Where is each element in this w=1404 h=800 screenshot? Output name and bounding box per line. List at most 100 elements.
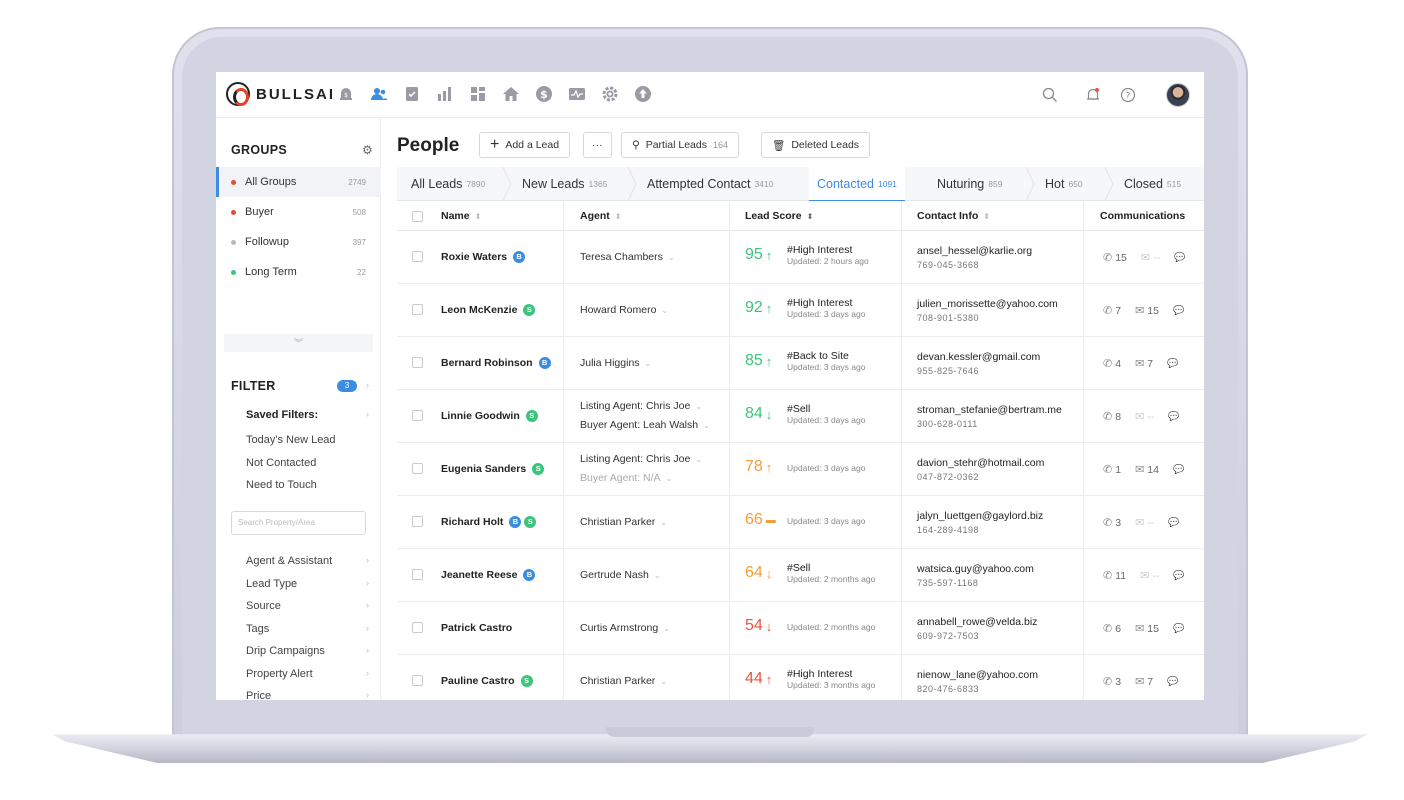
col-communications[interactable]: Communications	[1100, 210, 1185, 222]
agent-select[interactable]: Curtis Armstrong ⌄	[580, 622, 670, 634]
expand-groups-icon[interactable]: ︾	[224, 334, 373, 352]
lead-name[interactable]: Richard Holt B S	[441, 516, 537, 528]
bar-chart-icon[interactable]	[435, 84, 455, 104]
search-icon[interactable]	[1039, 84, 1061, 106]
calls[interactable]: ✆ 1	[1103, 463, 1121, 477]
filter-item[interactable]: Agent & Assistant	[246, 555, 332, 567]
contact-info[interactable]: julien_morissette@yahoo.com 708-901-5380	[917, 298, 1058, 323]
tab-new-leads[interactable]: New Leads 1365	[522, 167, 607, 201]
chat-icon[interactable]: 💬	[1167, 676, 1178, 687]
calls[interactable]: ✆ 3	[1103, 516, 1121, 530]
calls[interactable]: ✆ 6	[1103, 622, 1121, 636]
table-row[interactable]: Richard Holt B S Christian Parker ⌄ 66 ▬ Update…	[397, 496, 1204, 549]
chat-icon[interactable]: 💬	[1167, 358, 1178, 369]
table-row[interactable]: Bernard Robinson B Julia Higgins ⌄ 85 ↑ #Back …	[397, 337, 1204, 390]
row-checkbox[interactable]	[412, 516, 423, 527]
table-row[interactable]: Roxie Waters B Teresa Chambers ⌄ 95 ↑ #High In…	[397, 231, 1204, 284]
row-checkbox[interactable]	[412, 622, 423, 633]
filter-item[interactable]: Tags	[246, 623, 269, 635]
clipboard-icon[interactable]	[402, 84, 422, 104]
group-item[interactable]: Followup 397	[216, 227, 381, 257]
lead-name[interactable]: Roxie Waters B	[441, 251, 526, 263]
group-item[interactable]: Long Term 22	[216, 257, 381, 287]
calls[interactable]: ✆ 7	[1103, 304, 1121, 318]
saved-filter-item[interactable]: Not Contacted	[246, 457, 316, 469]
contact-info[interactable]: watsica.guy@yahoo.com 735-597-1168	[917, 563, 1034, 588]
row-checkbox[interactable]	[412, 463, 423, 474]
logo[interactable]: BULLSAI	[226, 82, 335, 106]
lead-name[interactable]: Leon McKenzie S	[441, 304, 536, 316]
agent-select[interactable]: Gertrude Nash ⌄	[580, 569, 661, 581]
saved-filters-label[interactable]: Saved Filters:	[246, 409, 318, 421]
contact-info[interactable]: devan.kessler@gmail.com 955-825-7646	[917, 351, 1040, 376]
table-row[interactable]: Linnie Goodwin S Listing Agent: Chris Joe ⌄…	[397, 390, 1204, 443]
emails[interactable]: ✉ 7	[1135, 357, 1153, 371]
calls[interactable]: ✆ 3	[1103, 675, 1121, 689]
add-lead-button[interactable]: + Add a Lead	[479, 132, 571, 158]
chat-icon[interactable]: 💬	[1174, 252, 1185, 263]
calls[interactable]: ✆ 11	[1103, 569, 1126, 583]
chat-icon[interactable]: 💬	[1173, 305, 1184, 316]
row-checkbox[interactable]	[412, 251, 423, 262]
chat-icon[interactable]: 💬	[1173, 464, 1184, 475]
emails[interactable]: ✉ 14	[1135, 463, 1159, 477]
row-checkbox[interactable]	[412, 569, 423, 580]
help-icon[interactable]: ?	[1117, 84, 1139, 106]
calls[interactable]: ✆ 8	[1103, 410, 1121, 424]
row-checkbox[interactable]	[412, 675, 423, 686]
filter-item[interactable]: Source	[246, 600, 281, 612]
filter-item[interactable]: Lead Type	[246, 578, 297, 590]
saved-filter-item[interactable]: Today's New Lead	[246, 434, 336, 446]
lead-name[interactable]: Bernard Robinson B	[441, 357, 551, 369]
user-avatar[interactable]	[1166, 83, 1190, 107]
activity-icon[interactable]	[567, 84, 587, 104]
tab-hot[interactable]: Hot 650	[1045, 167, 1083, 201]
agent-select[interactable]: Christian Parker ⌄	[580, 516, 667, 528]
chat-icon[interactable]: 💬	[1173, 570, 1184, 581]
more-options-button[interactable]: ···	[583, 132, 612, 158]
tab-all-leads[interactable]: All Leads 7890	[411, 167, 485, 201]
contact-info[interactable]: annabell_rowe@velda.biz 609-972-7503	[917, 616, 1037, 641]
col-lead-score[interactable]: Lead Score ⬍	[745, 210, 813, 222]
agent-buyer[interactable]: Buyer Agent: N/A ⌄	[580, 472, 672, 484]
tab-closed[interactable]: Closed 515	[1124, 167, 1181, 201]
emails[interactable]: ✉ --	[1135, 516, 1154, 530]
contact-info[interactable]: davion_stehr@hotmail.com 047-872-0362	[917, 457, 1044, 482]
agent-listing[interactable]: Listing Agent: Chris Joe ⌄	[580, 400, 702, 412]
agent-select[interactable]: Howard Romero ⌄	[580, 304, 668, 316]
lead-name[interactable]: Linnie Goodwin S	[441, 410, 538, 422]
calls[interactable]: ✆ 4	[1103, 357, 1121, 371]
emails[interactable]: ✉ --	[1135, 410, 1154, 424]
emails[interactable]: ✉ --	[1141, 251, 1160, 265]
chat-icon[interactable]: 💬	[1173, 623, 1184, 634]
dashboard-icon[interactable]	[468, 84, 488, 104]
col-name[interactable]: Name ⬍	[441, 210, 481, 222]
bell-dollar-icon[interactable]: $	[336, 84, 356, 104]
table-row[interactable]: Pauline Castro S Christian Parker ⌄ 44 ↑ #High…	[397, 655, 1204, 700]
select-all-checkbox[interactable]	[412, 211, 423, 222]
people-icon[interactable]	[369, 84, 389, 104]
group-item[interactable]: Buyer 508	[216, 197, 381, 227]
chat-icon[interactable]: 💬	[1168, 411, 1179, 422]
calls[interactable]: ✆ 15	[1103, 251, 1127, 265]
partial-leads-button[interactable]: ⚲ Partial Leads 164	[621, 132, 740, 158]
filter-item[interactable]: Price	[246, 690, 271, 700]
emails[interactable]: ✉ --	[1140, 569, 1159, 583]
lead-name[interactable]: Jeanette Reese B	[441, 569, 536, 581]
row-checkbox[interactable]	[412, 410, 423, 421]
lead-name[interactable]: Eugenia Sanders S	[441, 463, 545, 475]
emails[interactable]: ✉ 15	[1135, 304, 1159, 318]
group-item[interactable]: All Groups 2749	[216, 167, 381, 197]
table-row[interactable]: Leon McKenzie S Howard Romero ⌄ 92 ↑ #High Int…	[397, 284, 1204, 337]
lead-name[interactable]: Pauline Castro S	[441, 675, 533, 687]
agent-select[interactable]: Teresa Chambers ⌄	[580, 251, 675, 263]
dollar-icon[interactable]: $	[534, 84, 554, 104]
row-checkbox[interactable]	[412, 304, 423, 315]
home-icon[interactable]	[501, 84, 521, 104]
contact-info[interactable]: stroman_stefanie@bertram.me 300-628-0111	[917, 404, 1062, 429]
contact-info[interactable]: jalyn_luettgen@gaylord.biz 164-289-4198	[917, 510, 1043, 535]
search-property-input[interactable]: Search Property/Area	[231, 511, 366, 535]
chat-icon[interactable]: 💬	[1168, 517, 1179, 528]
agent-listing[interactable]: Listing Agent: Chris Joe ⌄	[580, 453, 702, 465]
table-row[interactable]: Eugenia Sanders S Listing Agent: Chris Joe…	[397, 443, 1204, 496]
